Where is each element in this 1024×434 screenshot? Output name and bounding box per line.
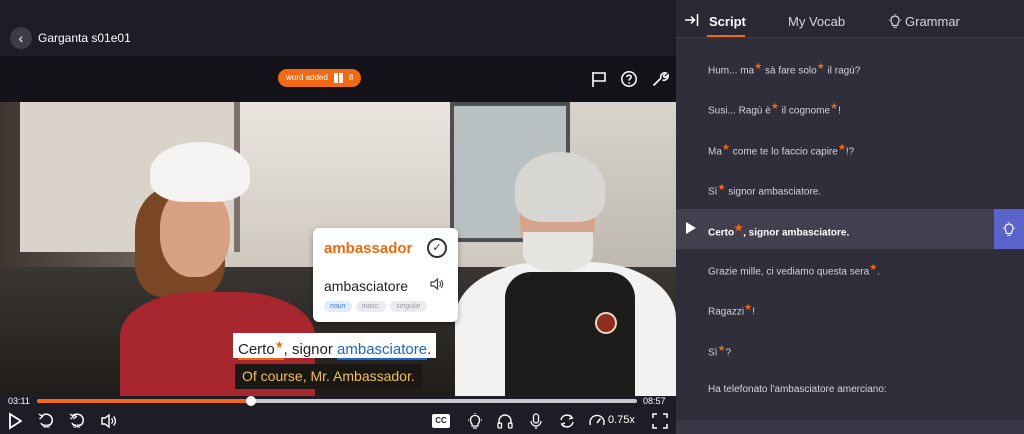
episode-title: Garganta s01e01 bbox=[38, 31, 131, 45]
tab-script[interactable]: Script bbox=[709, 14, 746, 29]
star-icon: ★ bbox=[721, 142, 730, 152]
loop-icon[interactable] bbox=[558, 412, 576, 430]
script-line[interactable]: Grazie mille, ci vediamo questa sera★. bbox=[708, 262, 880, 277]
speed-gauge-icon[interactable] bbox=[588, 412, 606, 430]
panel-tabs: Script My Vocab Grammar bbox=[676, 0, 1024, 38]
tab-my-vocab[interactable]: My Vocab bbox=[788, 14, 845, 29]
script-line[interactable]: Ragazzi★! bbox=[708, 302, 755, 317]
tag-gender: masc. bbox=[355, 301, 387, 312]
speaker-icon[interactable] bbox=[430, 278, 444, 290]
script-line[interactable]: Sì★? bbox=[708, 343, 731, 358]
collapse-panel-icon[interactable] bbox=[684, 13, 700, 27]
star-icon: ★ bbox=[837, 142, 846, 152]
word-added-badge[interactable]: word added 8 bbox=[278, 69, 362, 87]
progress-bar[interactable] bbox=[37, 396, 637, 406]
app: ‹ Garganta s01e01 word added 8 ambassado… bbox=[0, 0, 1024, 434]
microphone-icon[interactable] bbox=[528, 412, 544, 430]
player-toolbar: word added 8 bbox=[0, 56, 676, 102]
wrench-icon[interactable] bbox=[651, 70, 669, 88]
volume-icon[interactable] bbox=[100, 412, 118, 430]
progress-handle[interactable] bbox=[245, 396, 256, 406]
popup-word: ambasciatore bbox=[324, 278, 409, 294]
chevron-left-icon: ‹ bbox=[18, 30, 24, 46]
play-line-icon[interactable] bbox=[686, 222, 696, 234]
fullscreen-icon[interactable] bbox=[652, 412, 668, 430]
tab-grammar[interactable]: Grammar bbox=[905, 14, 960, 29]
book-icon bbox=[333, 73, 343, 83]
back-button[interactable]: ‹ bbox=[10, 27, 32, 49]
italian-subtitle: Certo★, signor ambasciatore. bbox=[233, 333, 437, 360]
script-line[interactable]: Ha telefonato l'ambasciatore amerciano: bbox=[708, 384, 887, 395]
lightbulb-icon[interactable] bbox=[466, 412, 484, 430]
check-circle-icon[interactable]: ✓ bbox=[427, 238, 447, 258]
star-icon: ★ bbox=[274, 340, 284, 351]
total-time: 08:57 bbox=[643, 396, 666, 406]
headphones-icon[interactable] bbox=[496, 412, 514, 430]
lightbulb-icon bbox=[888, 13, 902, 28]
active-script-line[interactable]: Certo★, signor ambasciatore. bbox=[676, 209, 1024, 249]
script-line[interactable]: Hum... ma★ sà fare solo★ il ragù? bbox=[708, 61, 860, 76]
progress-fill bbox=[37, 399, 251, 403]
current-time: 03:11 bbox=[8, 396, 30, 406]
star-icon: ★ bbox=[717, 182, 726, 192]
playback-speed[interactable]: 0.75x bbox=[608, 414, 635, 426]
word-added-count: 8 bbox=[348, 73, 354, 82]
script-line[interactable]: Susi... Ragù è★ il cognome★! bbox=[708, 101, 841, 116]
script-line[interactable]: Sì★ signor ambasciatore. bbox=[708, 182, 821, 197]
star-icon: ★ bbox=[816, 61, 825, 71]
previous-subtitle-icon[interactable]: CC bbox=[68, 412, 84, 430]
flag-icon[interactable] bbox=[590, 70, 608, 88]
word-added-label: word added bbox=[286, 73, 328, 82]
svg-text:CC: CC bbox=[73, 424, 81, 430]
subtitle-word-ambasciatore[interactable]: ambasciatore bbox=[337, 341, 428, 360]
english-subtitle: Of course, Mr. Ambassador. bbox=[235, 364, 422, 389]
tag-number: singular bbox=[390, 301, 427, 312]
star-icon: ★ bbox=[770, 101, 779, 111]
panel-footer bbox=[676, 420, 1024, 434]
subtitle-word-certo[interactable]: Certo★ bbox=[238, 340, 284, 360]
svg-text:CC: CC bbox=[43, 424, 51, 430]
popup-translation: ambassador bbox=[324, 240, 413, 257]
script-panel: Script My Vocab Grammar Hum... ma★ sà fa… bbox=[676, 0, 1024, 434]
actor-man bbox=[455, 152, 676, 396]
script-line[interactable]: Ma★ come te lo faccio capire★!? bbox=[708, 142, 854, 157]
play-icon[interactable] bbox=[8, 412, 22, 430]
word-popup: ambassador ✓ ambasciatore noun masc. sin… bbox=[313, 228, 458, 322]
star-icon: ★ bbox=[734, 223, 744, 234]
star-icon: ★ bbox=[830, 101, 839, 111]
star-icon: ★ bbox=[717, 343, 726, 353]
cc-button[interactable]: CC bbox=[432, 414, 450, 428]
popup-tags: noun masc. singular bbox=[324, 301, 427, 312]
active-line-text: Certo★, signor ambasciatore. bbox=[708, 223, 850, 239]
line-grammar-button[interactable] bbox=[994, 209, 1024, 249]
replay-subtitle-icon[interactable]: CC bbox=[38, 412, 54, 430]
tag-noun: noun bbox=[324, 301, 352, 312]
star-icon: ★ bbox=[754, 61, 763, 71]
video-player: ‹ Garganta s01e01 word added 8 ambassado… bbox=[0, 0, 676, 434]
active-tab-indicator bbox=[707, 35, 745, 37]
top-bar: ‹ Garganta s01e01 bbox=[0, 0, 676, 56]
star-icon: ★ bbox=[744, 302, 753, 312]
help-icon[interactable] bbox=[620, 70, 638, 88]
lightbulb-icon bbox=[1002, 221, 1016, 236]
